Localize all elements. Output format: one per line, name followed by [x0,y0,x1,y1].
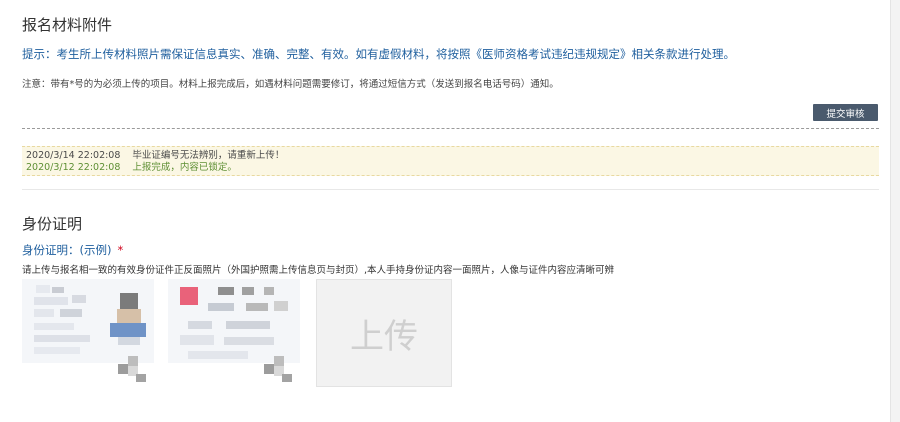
review-log: 2020/3/14 22:02:08 毕业证编号无法辨别，请重新上传！ 2020… [22,146,879,176]
identity-description: 请上传与报名相一致的有效身份证件正反面照片（外国护照需上传信息页与封页）,本人手… [22,265,615,276]
attachments-notice: 注意：带有*号的为必须上传的项目。材料上报完成后，如遇材料问题需要修订，将通过短… [22,79,559,90]
upload-label: 上传 [350,316,418,357]
section-divider [22,189,879,190]
delete-back-icon[interactable] [264,356,292,382]
log-message: 上报完成，内容已锁定。 [132,162,237,173]
log-entry-success: 2020/3/12 22:02:08 上报完成，内容已锁定。 [26,162,879,174]
right-scroll-edge [890,0,900,422]
log-message: 毕业证编号无法辨别，请重新上传！ [132,150,285,161]
attachments-hint: 提示：考生所上传材料照片需保证信息真实、准确、完整、有效。如有虚假材料，将按照《… [22,47,735,61]
attachments-title: 报名材料附件 [22,16,113,34]
id-card-back-thumbnail[interactable] [168,279,300,363]
required-mark: * [117,243,124,257]
identity-field-label: 身份证明：(示例) * [22,242,123,258]
example-link[interactable]: (示例) [80,243,112,257]
identity-label-text: 身份证明： [22,243,80,257]
id-card-front-thumbnail[interactable] [22,279,154,363]
log-time: 2020/3/14 22:02:08 [26,150,121,161]
delete-front-icon[interactable] [118,356,146,382]
submit-review-button[interactable]: 提交审核 [813,104,878,121]
log-time: 2020/3/12 22:02:08 [26,162,121,173]
upload-slot[interactable]: 上传 [316,279,452,387]
log-entry-warning: 2020/3/14 22:02:08 毕业证编号无法辨别，请重新上传！ [26,150,879,162]
identity-title: 身份证明 [22,215,83,233]
dashed-divider [22,128,879,129]
